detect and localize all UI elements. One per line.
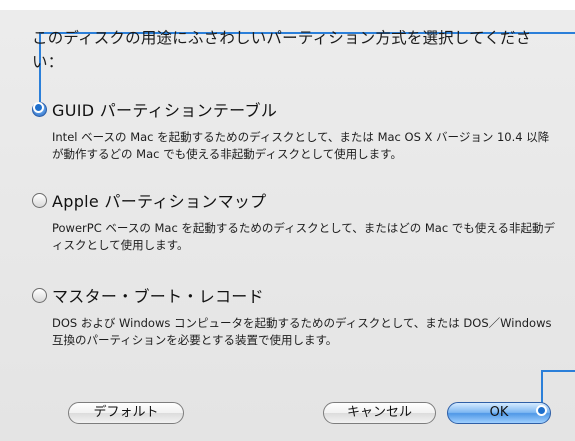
option-guid-description: Intel ベースの Mac を起動するためのディスクとして、または Mac O… [52, 130, 550, 161]
radio-button-mbr[interactable] [32, 287, 47, 303]
radio-button-apple[interactable] [32, 192, 47, 208]
callout-dot-top [33, 102, 44, 113]
option-guid-label[interactable]: GUID パーティションテーブル [52, 97, 277, 121]
option-mbr-description: DOS および Windows コンピュータを起動するためのディスクとして、また… [52, 316, 552, 347]
ok-button[interactable]: OK [447, 402, 551, 424]
option-mbr-label[interactable]: マスター・ブート・レコード [52, 283, 264, 307]
option-apple-description: PowerPC ベースの Mac を起動するためのディスクとして、またはどの M… [52, 221, 555, 252]
default-button[interactable]: デフォルト [68, 402, 184, 424]
option-mbr[interactable]: マスター・ブート・レコード DOS および Windows コンピュータを起動す… [32, 283, 557, 348]
option-guid[interactable]: GUID パーティションテーブル Intel ベースの Mac を起動するための… [32, 97, 557, 162]
option-apple-label[interactable]: Apple パーティションマップ [52, 188, 266, 212]
dialog-prompt: このディスクの用途にふさわしいパーティション方式を選択してください： [32, 29, 532, 71]
cancel-button[interactable]: キャンセル [323, 402, 436, 424]
option-apple[interactable]: Apple パーティションマップ PowerPC ベースの Mac を起動するた… [32, 188, 557, 253]
callout-line-bottom-horizontal [541, 370, 575, 372]
callout-dot-bottom [536, 405, 547, 416]
